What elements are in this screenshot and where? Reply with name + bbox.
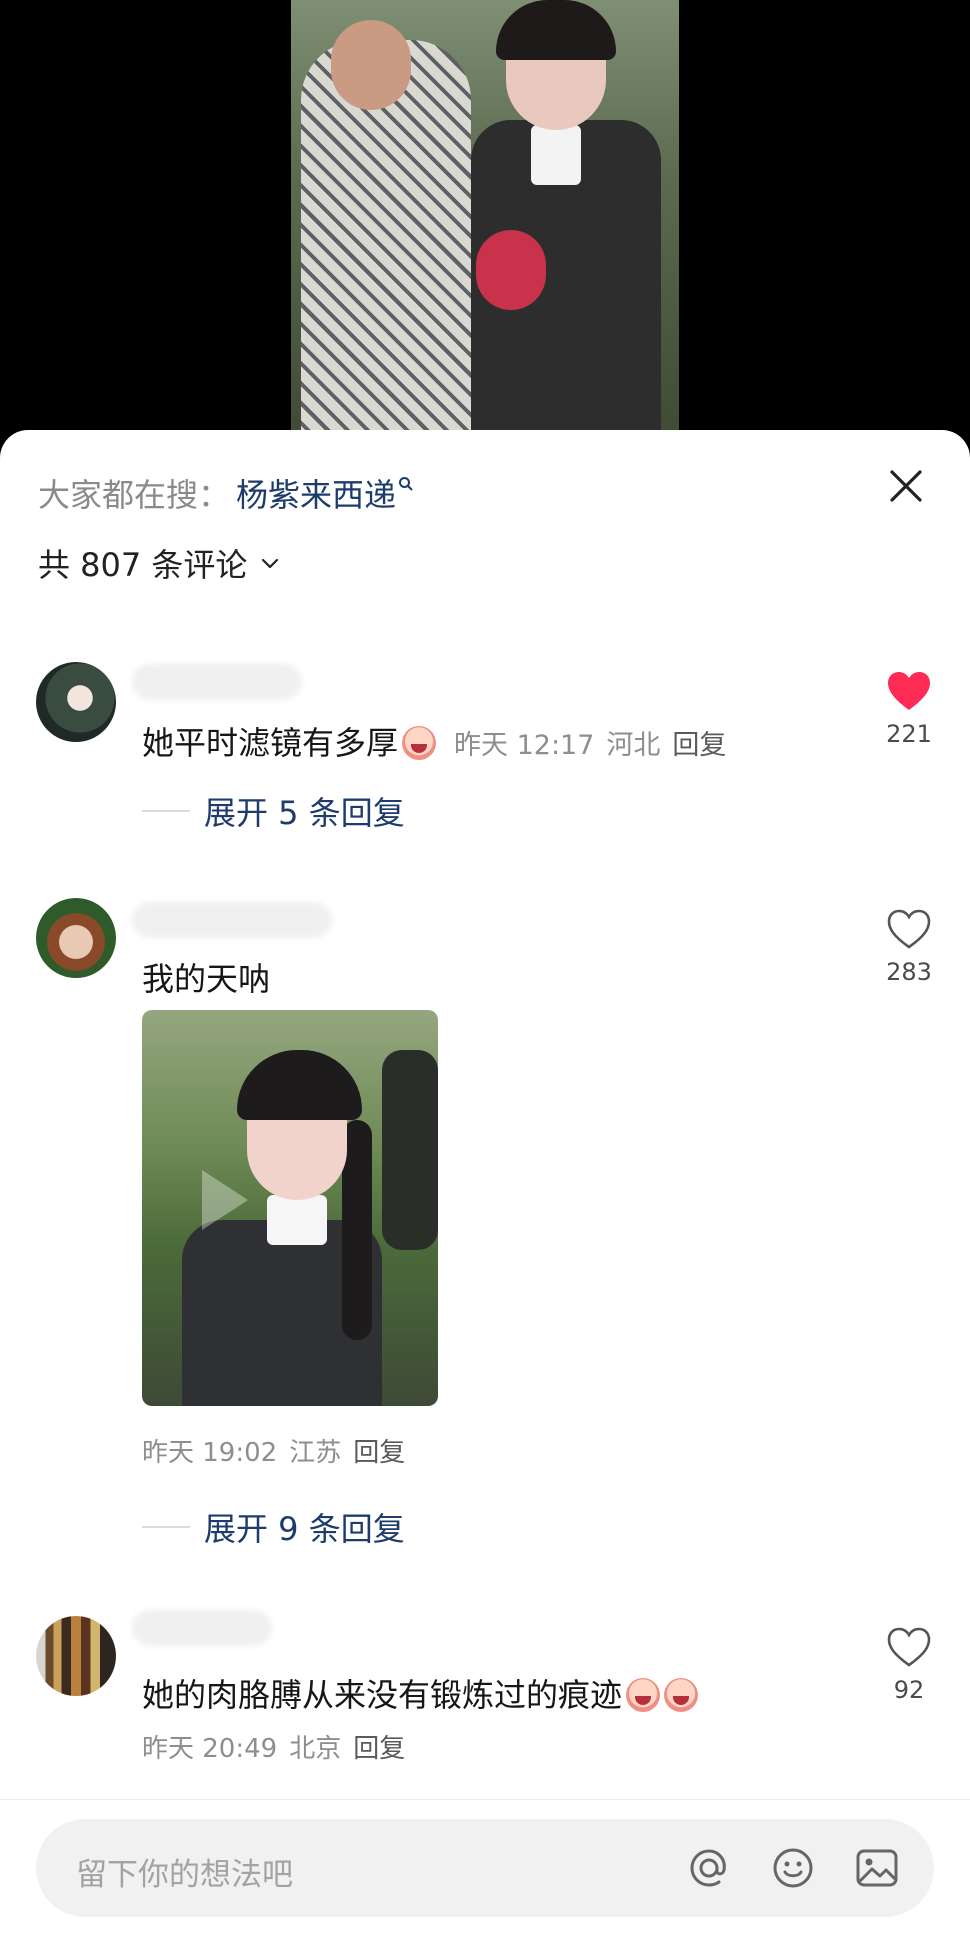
like-count: 221	[886, 720, 932, 748]
comment-count-sort[interactable]: 共 807 条评论	[38, 540, 281, 586]
like-count: 92	[893, 1676, 925, 1704]
like-button[interactable]: 283	[880, 908, 938, 986]
divider	[142, 1526, 190, 1528]
expand-replies-button[interactable]: 展开 5 条回复	[142, 788, 405, 834]
comment-count: 共 807 条评论	[38, 546, 248, 584]
username-blurred[interactable]	[132, 1610, 272, 1646]
expand-replies-button[interactable]: 展开 9 条回复	[142, 1504, 405, 1550]
comment-body: 她平时滤镜有多厚	[142, 724, 399, 762]
input-divider	[0, 1799, 970, 1800]
reply-button[interactable]: 回复	[353, 1734, 405, 1764]
username-blurred[interactable]	[132, 902, 332, 938]
expand-replies-label: 展开 5 条回复	[204, 794, 405, 832]
heart-outline-icon	[887, 909, 931, 949]
comment-body: 她的肉胳膊从来没有锻炼过的痕迹	[142, 1676, 623, 1714]
heart-filled-icon	[888, 672, 930, 710]
video-frame	[291, 0, 679, 440]
comment-meta: 昨天 20:49 北京 回复	[142, 1728, 405, 1765]
comment-sheet: 大家都在搜： 杨紫来西递 共 807 条评论 她平时滤镜有多厚 昨天 12:17 河…	[0, 430, 970, 1940]
comment-meta: 昨天 12:17 河北 回复	[454, 730, 726, 761]
comment-meta: 昨天 19:02 江苏 回复	[142, 1432, 405, 1469]
image-icon[interactable]	[852, 1843, 902, 1893]
divider	[142, 810, 190, 812]
like-count: 283	[886, 958, 932, 986]
comment-location: 河北	[606, 730, 661, 761]
comment-time: 昨天 12:17	[454, 730, 595, 761]
heart-outline-icon	[887, 1627, 931, 1667]
image-person-hair	[237, 1050, 362, 1120]
video-person-left-head	[331, 20, 411, 110]
comment-text: 我的天呐	[142, 960, 271, 998]
avatar[interactable]	[36, 662, 116, 742]
reply-button[interactable]: 回复	[672, 730, 726, 761]
avatar[interactable]	[36, 1616, 116, 1696]
expand-replies-label: 展开 9 条回复	[204, 1510, 405, 1548]
at-icon[interactable]	[684, 1843, 734, 1893]
reply-button[interactable]: 回复	[353, 1438, 405, 1468]
video-player[interactable]	[0, 0, 970, 440]
comment-location: 江苏	[289, 1438, 342, 1468]
comment-text: 她平时滤镜有多厚 昨天 12:17 河北 回复	[142, 718, 726, 764]
comment-time: 昨天 20:49	[142, 1734, 278, 1764]
play-icon	[202, 1170, 248, 1230]
comment-input[interactable]: 留下你的想法吧	[36, 1819, 934, 1917]
like-button[interactable]: 92	[880, 1626, 938, 1704]
image-bystander	[382, 1050, 438, 1250]
close-icon[interactable]	[886, 466, 926, 506]
like-button[interactable]: 221	[880, 670, 938, 748]
comment-time: 昨天 19:02	[142, 1438, 278, 1468]
comment-text: 她的肉胳膊从来没有锻炼过的痕迹	[142, 1670, 699, 1716]
crying-laugh-icon	[626, 1678, 661, 1712]
comment-image[interactable]	[142, 1010, 438, 1406]
username-blurred[interactable]	[132, 664, 302, 700]
image-person-collar	[267, 1195, 327, 1245]
emoji-icon[interactable]	[768, 1843, 818, 1893]
avatar[interactable]	[36, 898, 116, 978]
input-placeholder: 留下你的想法吧	[76, 1857, 293, 1893]
crying-laugh-icon	[664, 1678, 699, 1712]
comment-location: 北京	[289, 1734, 342, 1764]
search-icon	[398, 476, 414, 497]
search-prefix: 大家都在搜：	[38, 476, 231, 514]
search-term[interactable]: 杨紫来西递	[236, 470, 396, 516]
search-suggestion[interactable]: 大家都在搜： 杨紫来西递	[38, 470, 414, 516]
crying-face-icon	[402, 726, 437, 760]
video-person-main-hair	[496, 0, 616, 60]
video-person-collar	[531, 125, 581, 185]
chevron-down-icon	[262, 558, 279, 569]
video-hand-fan	[476, 230, 546, 310]
